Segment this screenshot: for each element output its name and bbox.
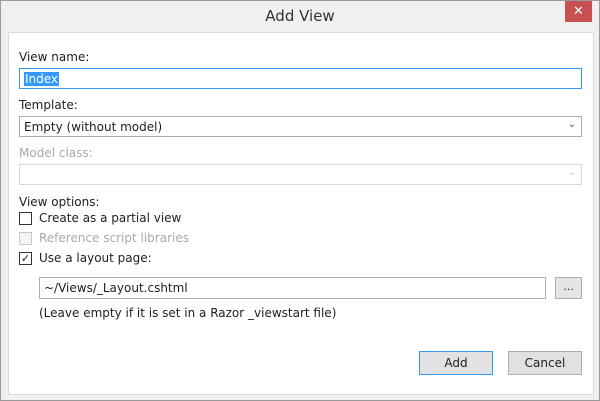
view-name-label: View name: — [19, 50, 90, 64]
template-value: Empty (without model) — [24, 120, 163, 134]
add-view-dialog: Add View ✕ View name: Index Template: Em… — [0, 0, 600, 401]
template-label: Template: — [19, 98, 78, 112]
chevron-down-icon: ⌄ — [567, 119, 576, 130]
model-class-select[interactable]: ⌄ — [19, 164, 582, 185]
close-icon[interactable]: ✕ — [565, 1, 592, 22]
layout-path-input[interactable]: ~/Views/_Layout.cshtml — [39, 277, 546, 299]
add-button[interactable]: Add — [419, 351, 493, 375]
script-libraries-label: Reference script libraries — [39, 231, 189, 245]
layout-path-value: ~/Views/_Layout.cshtml — [44, 281, 188, 295]
layout-page-label: Use a layout page: — [39, 251, 152, 265]
partial-view-checkbox[interactable] — [19, 212, 32, 225]
cancel-button[interactable]: Cancel — [508, 351, 582, 375]
script-libraries-checkbox[interactable] — [19, 232, 32, 245]
dialog-title: Add View — [265, 7, 335, 25]
dialog-body: View name: Index Template: Empty (withou… — [8, 32, 594, 395]
view-name-value: Index — [24, 72, 60, 86]
view-name-input[interactable]: Index — [19, 68, 582, 89]
title-bar: Add View ✕ — [1, 1, 599, 32]
view-options-label: View options: — [19, 195, 100, 209]
browse-button[interactable]: ... — [555, 277, 582, 299]
layout-page-checkbox[interactable]: ✓ — [19, 252, 32, 265]
chevron-down-icon: ⌄ — [567, 167, 576, 178]
partial-view-label: Create as a partial view — [39, 211, 182, 225]
template-select[interactable]: Empty (without model) ⌄ — [19, 116, 582, 137]
model-class-label: Model class: — [19, 146, 93, 160]
layout-hint-text: (Leave empty if it is set in a Razor _vi… — [39, 306, 337, 320]
